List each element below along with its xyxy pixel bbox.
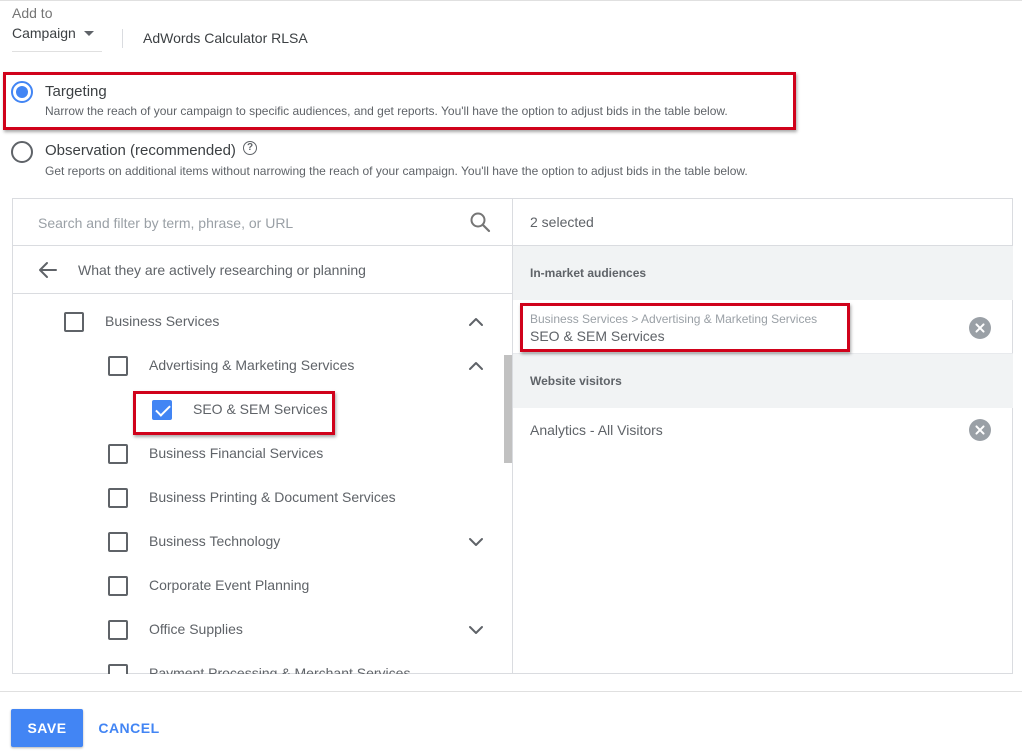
checkbox[interactable] — [108, 444, 128, 464]
section-heading-in-market: In-market audiences — [513, 246, 1013, 300]
browse-panel: What they are actively researching or pl… — [12, 198, 513, 674]
checkbox[interactable] — [108, 576, 128, 596]
targeting-radio[interactable] — [11, 81, 33, 103]
targeting-highlight-box — [3, 72, 796, 130]
chevron-up-icon[interactable] — [464, 310, 488, 334]
checkbox[interactable] — [108, 532, 128, 552]
targeting-description: Narrow the reach of your campaign to spe… — [45, 104, 728, 118]
breadcrumb-label: What they are actively researching or pl… — [78, 262, 366, 278]
checkbox[interactable] — [64, 312, 84, 332]
section-heading-website-visitors: Website visitors — [513, 354, 1013, 408]
targeting-title: Targeting — [45, 83, 107, 100]
selected-panel: 2 selected In-market audiences Business … — [513, 198, 1013, 674]
section-heading-label: Website visitors — [530, 374, 622, 388]
chevron-up-icon[interactable] — [464, 354, 488, 378]
tree-row-business-printing[interactable]: Business Printing & Document Services — [12, 476, 502, 520]
tree-row-label: Payment Processing & Merchant Services — [149, 665, 411, 674]
chevron-down-icon[interactable] — [464, 618, 488, 642]
tree-row-business-financial[interactable]: Business Financial Services — [12, 432, 502, 476]
remove-icon[interactable] — [969, 419, 991, 441]
search-input[interactable] — [38, 212, 458, 234]
checkbox[interactable] — [108, 488, 128, 508]
tree-row-seo-sem[interactable]: SEO & SEM Services — [12, 388, 502, 432]
tree-row-corporate-event[interactable]: Corporate Event Planning — [12, 564, 502, 608]
tree-row-label: Business Printing & Document Services — [149, 489, 396, 505]
selected-item-path: Business Services > Advertising & Market… — [530, 312, 818, 326]
help-icon[interactable]: ? — [243, 141, 257, 155]
top-rule — [0, 0, 1022, 1]
remove-icon[interactable] — [969, 317, 991, 339]
selected-header: 2 selected — [513, 198, 1013, 246]
tree-row-label: Business Technology — [149, 533, 281, 549]
selected-count: 2 selected — [530, 214, 594, 230]
checkbox[interactable] — [108, 664, 128, 674]
selected-item-name: SEO & SEM Services — [530, 328, 665, 344]
vertical-divider — [122, 29, 123, 48]
category-tree: Business Services Advertising & Marketin… — [12, 294, 512, 674]
selected-item-seo-sem: Business Services > Advertising & Market… — [513, 300, 1013, 354]
scrollbar-thumb[interactable] — [504, 355, 512, 463]
tree-row-label: Advertising & Marketing Services — [149, 357, 355, 373]
tree-row-payment-processing[interactable]: Payment Processing & Merchant Services — [12, 652, 502, 674]
tree-row-label: Corporate Event Planning — [149, 577, 310, 593]
checkbox[interactable] — [108, 356, 128, 376]
tree-row-label: SEO & SEM Services — [193, 401, 328, 417]
selected-item-name: Analytics - All Visitors — [530, 422, 663, 438]
campaign-name: AdWords Calculator RLSA — [143, 30, 308, 46]
chevron-down-icon[interactable] — [464, 530, 488, 554]
section-heading-label: In-market audiences — [530, 266, 647, 280]
observation-description: Get reports on additional items without … — [45, 164, 748, 178]
selected-item-analytics: Analytics - All Visitors — [513, 408, 1013, 452]
footer-rule — [0, 691, 1022, 692]
back-row[interactable]: What they are actively researching or pl… — [12, 246, 512, 294]
cancel-button[interactable]: CANCEL — [92, 709, 166, 747]
back-arrow-icon[interactable] — [36, 258, 60, 282]
checkbox-checked[interactable] — [152, 400, 172, 420]
dropdown-caret-icon — [84, 31, 94, 36]
search-row — [12, 198, 512, 246]
tree-row-business-technology[interactable]: Business Technology — [12, 520, 502, 564]
search-icon[interactable] — [468, 210, 492, 234]
tree-row-label: Business Financial Services — [149, 445, 324, 461]
tree-row-advertising-marketing[interactable]: Advertising & Marketing Services — [12, 344, 502, 388]
tree-row-label: Office Supplies — [149, 621, 243, 637]
add-to-dropdown[interactable]: Campaign — [12, 24, 102, 52]
observation-title: Observation (recommended) — [45, 142, 236, 159]
checkbox[interactable] — [108, 620, 128, 640]
add-to-label: Add to — [12, 5, 53, 21]
tree-row-business-services[interactable]: Business Services — [12, 300, 502, 344]
observation-radio[interactable] — [11, 141, 33, 163]
tree-row-label: Business Services — [105, 313, 220, 329]
save-button[interactable]: SAVE — [11, 709, 83, 747]
tree-row-office-supplies[interactable]: Office Supplies — [12, 608, 502, 652]
add-to-selected-value: Campaign — [12, 25, 76, 41]
